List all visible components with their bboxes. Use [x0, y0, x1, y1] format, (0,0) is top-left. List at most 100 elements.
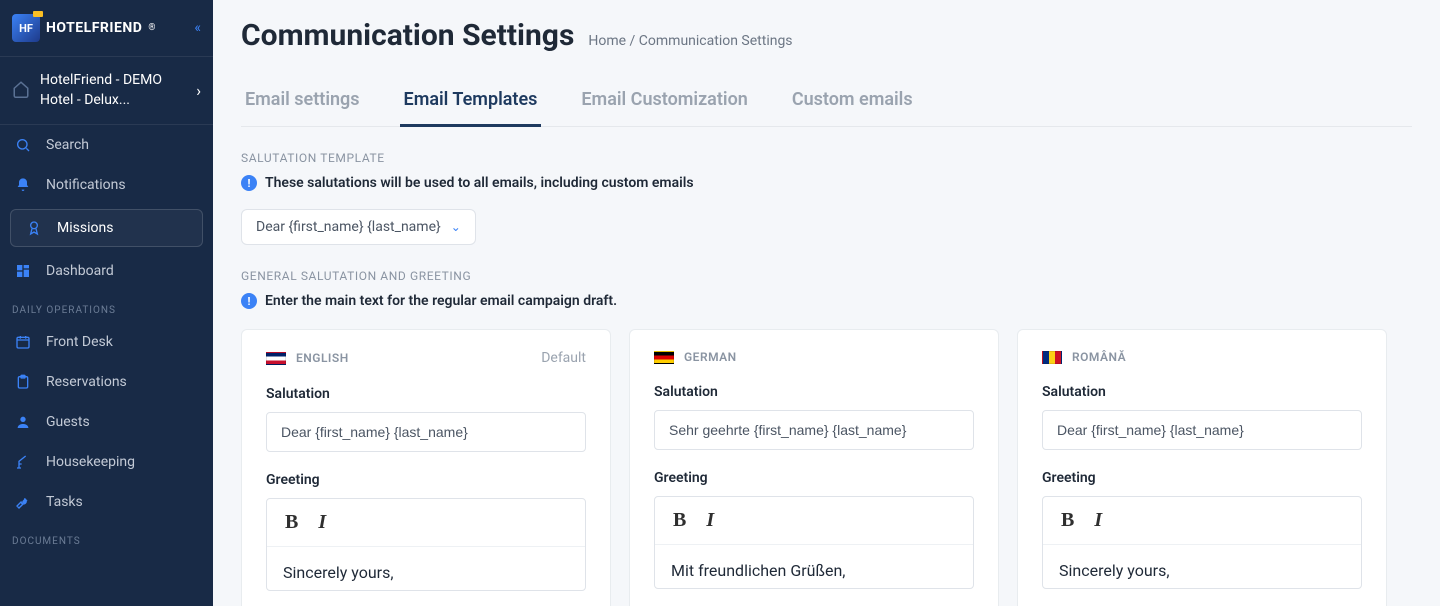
- nav-search[interactable]: Search: [0, 125, 213, 165]
- flag-de-icon: [654, 351, 674, 364]
- general-info-text: Enter the main text for the regular emai…: [265, 293, 617, 309]
- info-icon: !: [241, 175, 257, 191]
- card-header: GERMAN: [654, 350, 974, 364]
- greeting-editor-de: B I Mit freundlichen Grüßen,: [654, 496, 974, 589]
- tab-email-customization[interactable]: Email Customization: [577, 79, 751, 127]
- card-romanian: ROMÂNĂ Salutation Greeting B I Sincerely…: [1017, 329, 1387, 606]
- tabs: Email settings Email Templates Email Cus…: [241, 79, 1412, 127]
- language-label: ROMÂNĂ: [1072, 350, 1126, 364]
- language-label: ENGLISH: [296, 351, 349, 365]
- greeting-body-de[interactable]: Mit freundlichen Grüßen,: [655, 545, 973, 588]
- dropdown-value: Dear {first_name} {last_name}: [256, 219, 441, 235]
- nav-label: Guests: [46, 414, 90, 430]
- flag-ro-icon: [1042, 351, 1062, 364]
- salutation-info: ! These salutations will be used to all …: [241, 175, 1412, 191]
- home-icon: [12, 80, 30, 102]
- clipboard-icon: [14, 374, 32, 390]
- salutation-label: Salutation: [654, 384, 974, 400]
- logo-icon: HF: [12, 14, 40, 42]
- greeting-label: Greeting: [1042, 470, 1362, 486]
- language-label: GERMAN: [684, 350, 737, 364]
- hotel-selector[interactable]: HotelFriend - DEMO Hotel - Delux... ›: [0, 57, 213, 125]
- hotel-name: HotelFriend - DEMO Hotel - Delux...: [40, 71, 186, 110]
- sidebar: HF HOTELFRIEND ® « HotelFriend - DEMO Ho…: [0, 0, 213, 606]
- greeting-body-en[interactable]: Sincerely yours,: [267, 547, 585, 590]
- salutation-input-ro[interactable]: [1042, 410, 1362, 450]
- general-salutation-label: GENERAL SALUTATION AND GREETING: [241, 269, 1412, 283]
- user-icon: [14, 414, 32, 430]
- salutation-label: Salutation: [266, 386, 586, 402]
- card-german: GERMAN Salutation Greeting B I Mit freun…: [629, 329, 999, 606]
- italic-button[interactable]: I: [318, 511, 326, 534]
- salutation-input-en[interactable]: [266, 412, 586, 452]
- section-documents: DOCUMENTS: [0, 522, 213, 553]
- editor-toolbar: B I: [1043, 497, 1361, 545]
- search-icon: [14, 137, 32, 153]
- nav-reservations[interactable]: Reservations: [0, 362, 213, 402]
- grid-icon: [14, 263, 32, 279]
- tab-email-settings[interactable]: Email settings: [241, 79, 364, 127]
- greeting-label: Greeting: [266, 472, 586, 488]
- logo-text: HOTELFRIEND: [46, 20, 142, 36]
- collapse-sidebar-icon[interactable]: «: [194, 20, 201, 36]
- nav-dashboard[interactable]: Dashboard: [0, 251, 213, 291]
- general-info: ! Enter the main text for the regular em…: [241, 293, 1412, 309]
- bold-button[interactable]: B: [285, 511, 298, 534]
- card-english: ENGLISH Default Salutation Greeting B I …: [241, 329, 611, 606]
- logo-row: HF HOTELFRIEND ® «: [0, 0, 213, 57]
- salutation-template-label: SALUTATION TEMPLATE: [241, 151, 1412, 165]
- italic-button[interactable]: I: [1094, 509, 1102, 532]
- nav-guests[interactable]: Guests: [0, 402, 213, 442]
- editor-toolbar: B I: [655, 497, 973, 545]
- broom-icon: [14, 454, 32, 470]
- breadcrumb: Home / Communication Settings: [588, 33, 792, 49]
- salutation-input-de[interactable]: [654, 410, 974, 450]
- section-daily-operations: DAILY OPERATIONS: [0, 291, 213, 322]
- greeting-label: Greeting: [654, 470, 974, 486]
- nav-housekeeping[interactable]: Housekeeping: [0, 442, 213, 482]
- nav-label: Missions: [57, 220, 113, 236]
- flag-uk-icon: [266, 352, 286, 365]
- nav-label: Front Desk: [46, 334, 113, 350]
- chevron-right-icon: ›: [196, 81, 201, 100]
- wrench-icon: [14, 494, 32, 510]
- calendar-icon: [14, 334, 32, 350]
- chevron-down-icon: ⌄: [451, 220, 461, 234]
- greeting-editor-ro: B I Sincerely yours,: [1042, 496, 1362, 589]
- breadcrumb-current: Communication Settings: [639, 33, 793, 49]
- tab-custom-emails[interactable]: Custom emails: [788, 79, 917, 127]
- bold-button[interactable]: B: [1061, 509, 1074, 532]
- nav-label: Search: [46, 137, 89, 153]
- editor-toolbar: B I: [267, 499, 585, 547]
- nav-label: Reservations: [46, 374, 127, 390]
- salutation-label: Salutation: [1042, 384, 1362, 400]
- nav-tasks[interactable]: Tasks: [0, 482, 213, 522]
- bold-button[interactable]: B: [673, 509, 686, 532]
- tab-email-templates[interactable]: Email Templates: [400, 79, 542, 127]
- logo[interactable]: HF HOTELFRIEND ®: [12, 14, 155, 42]
- card-header: ENGLISH Default: [266, 350, 586, 366]
- card-header: ROMÂNĂ: [1042, 350, 1362, 364]
- trademark-icon: ®: [148, 23, 155, 33]
- greeting-body-ro[interactable]: Sincerely yours,: [1043, 545, 1361, 588]
- breadcrumb-separator: /: [630, 33, 636, 49]
- bell-icon: [14, 177, 32, 193]
- nav-label: Notifications: [46, 177, 126, 193]
- nav-missions[interactable]: Missions: [10, 209, 203, 247]
- page-title: Communication Settings: [241, 18, 574, 53]
- nav-label: Tasks: [46, 494, 83, 510]
- breadcrumb-home[interactable]: Home: [588, 33, 626, 49]
- ribbon-icon: [25, 220, 43, 236]
- nav-label: Housekeeping: [46, 454, 135, 470]
- info-icon: !: [241, 293, 257, 309]
- page-header: Communication Settings Home / Communicat…: [241, 18, 1412, 53]
- italic-button[interactable]: I: [706, 509, 714, 532]
- salutation-dropdown[interactable]: Dear {first_name} {last_name} ⌄: [241, 209, 476, 245]
- nav-label: Dashboard: [46, 263, 114, 279]
- nav-front-desk[interactable]: Front Desk: [0, 322, 213, 362]
- greeting-editor-en: B I Sincerely yours,: [266, 498, 586, 591]
- default-badge: Default: [541, 350, 586, 366]
- nav-notifications[interactable]: Notifications: [0, 165, 213, 205]
- salutation-info-text: These salutations will be used to all em…: [265, 175, 694, 191]
- language-cards: ENGLISH Default Salutation Greeting B I …: [241, 329, 1412, 606]
